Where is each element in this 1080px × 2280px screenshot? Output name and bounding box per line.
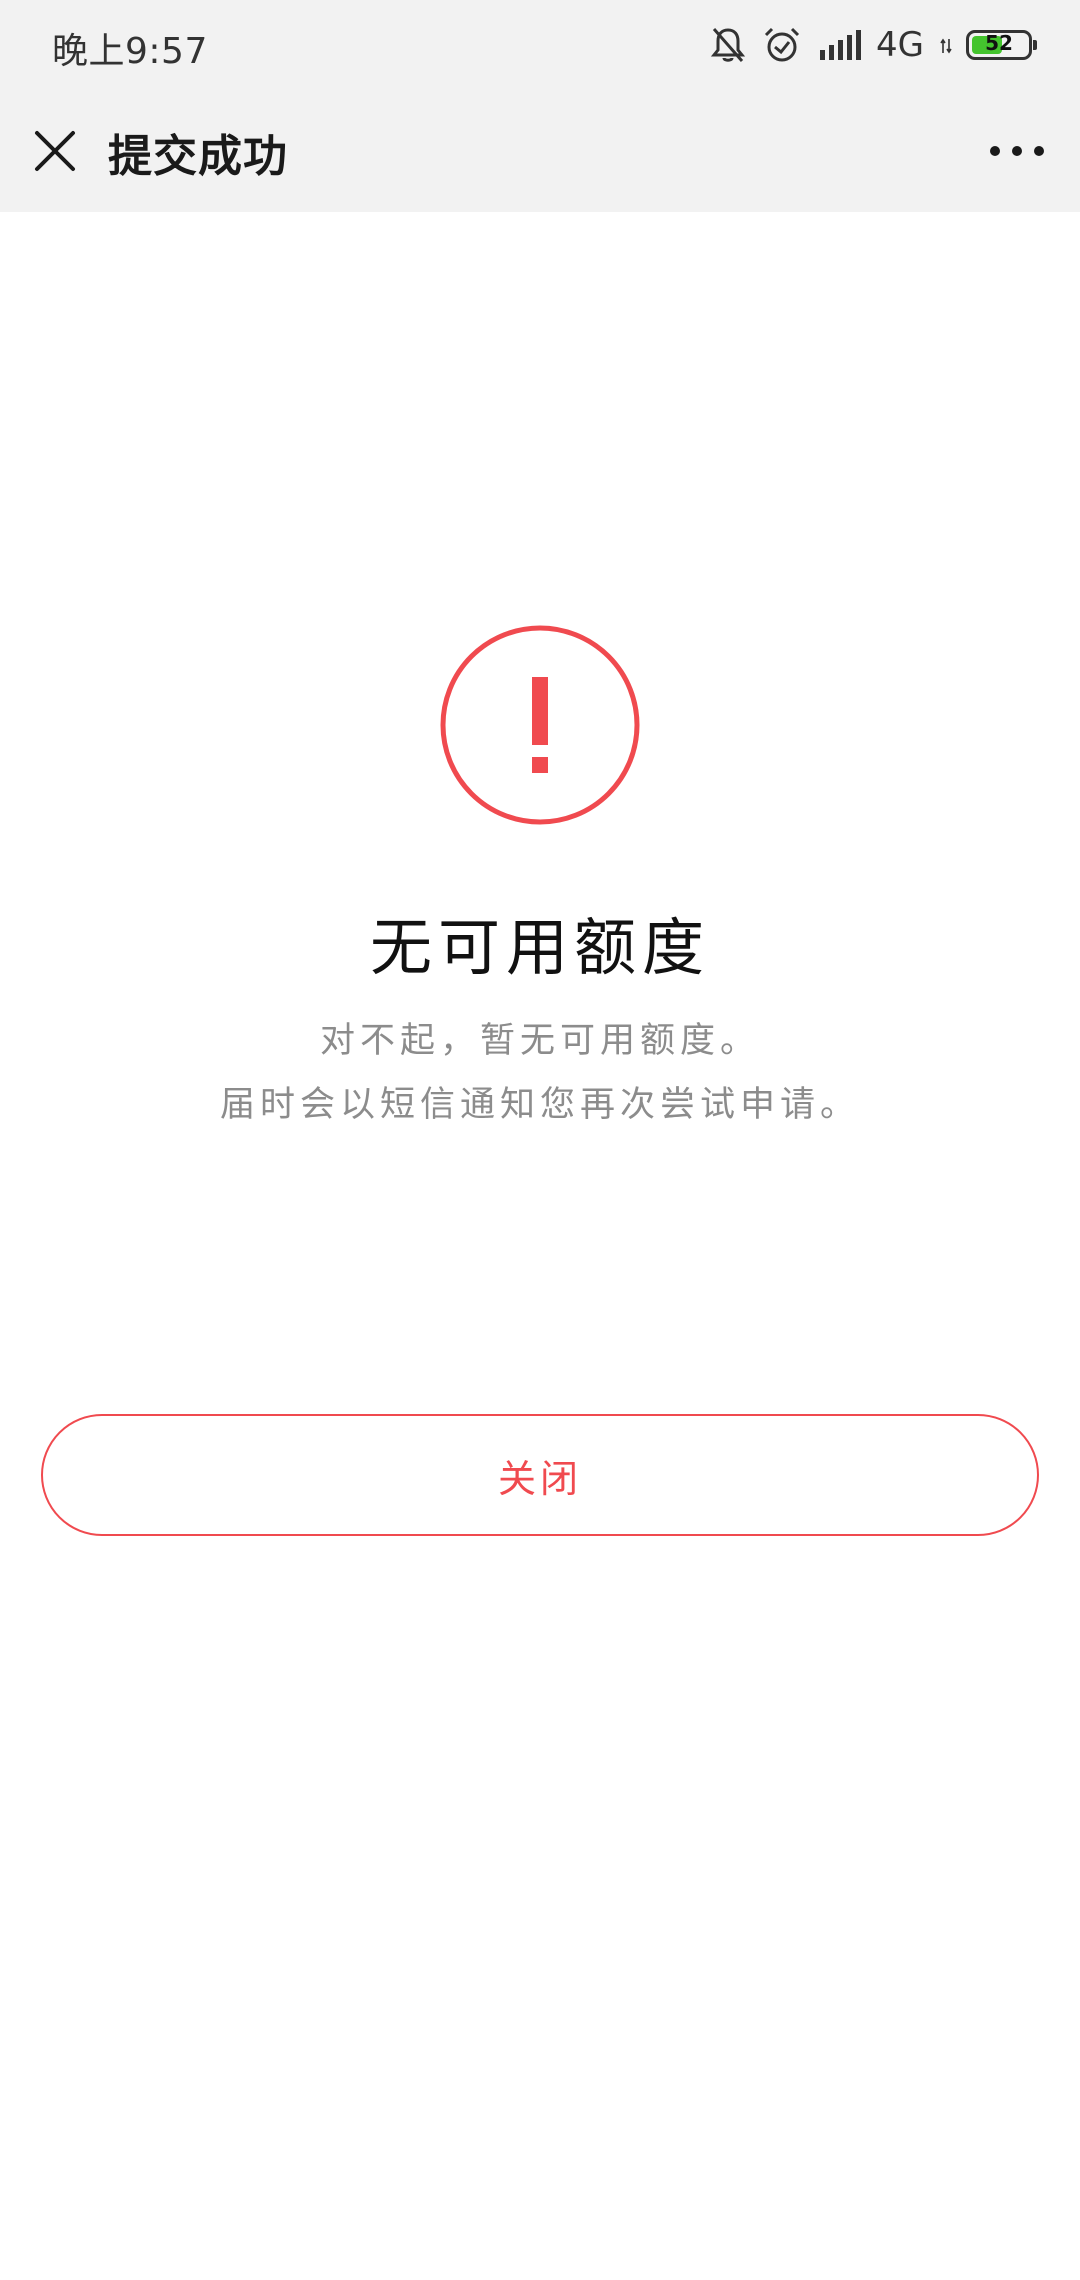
data-arrows-icon [940,33,952,57]
nav-bar: 提交成功 [0,90,1080,212]
close-button[interactable]: 关闭 [41,1414,1039,1536]
result-message-line1: 对不起，暂无可用额度。 [319,1021,760,1061]
status-time: 晚上9:57 [52,31,208,72]
status-icons: 4G 52 [694,22,1037,68]
status-bar: 晚上9:57 4G 52 [0,0,1080,90]
battery-icon: 52 [966,30,1037,60]
network-label: 4G [876,25,924,65]
exclamation-icon [440,625,640,825]
battery-level: 52 [985,31,1013,55]
signal-icon [818,28,862,62]
bell-muted-icon [710,25,746,65]
result-message-line2: 届时会以短信通知您再次尝试申请。 [219,1085,860,1125]
result-title: 无可用额度 [369,911,710,984]
more-icon[interactable] [984,126,1050,176]
alarm-icon [762,25,802,65]
close-icon[interactable] [26,122,84,180]
page-title: 提交成功 [108,131,288,182]
main-content: 无可用额度 对不起，暂无可用额度。 届时会以短信通知您再次尝试申请。 关闭 [0,212,1080,2280]
